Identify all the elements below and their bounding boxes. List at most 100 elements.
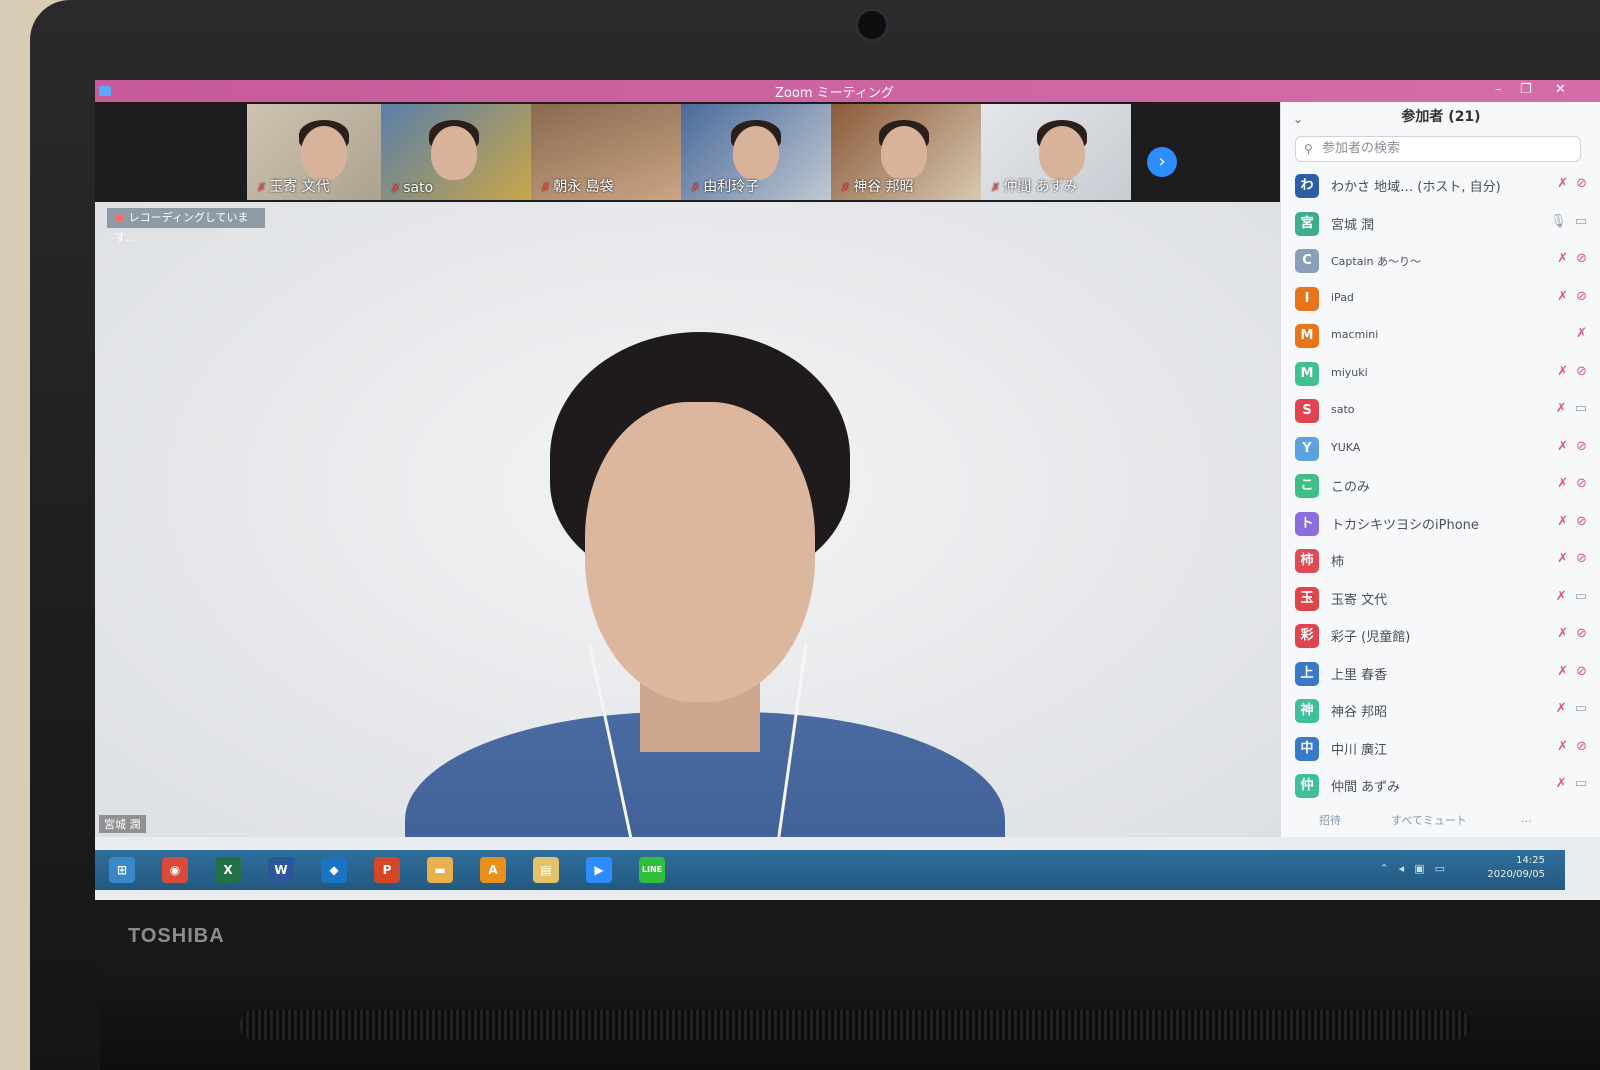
video-thumbnail[interactable]: ✗ sato — [381, 104, 531, 200]
participant-avatar: I — [1295, 286, 1319, 311]
participant-name: トカシキツヨシのiPhone — [1331, 517, 1479, 533]
search-icon: ⚲ — [1304, 142, 1313, 156]
participant-row[interactable]: C Captain あ〜り〜 ✗ ⊘ — [1281, 243, 1600, 281]
participant-status: ✗ ⊘ — [1557, 664, 1587, 679]
mic-muted-icon[interactable]: ✗ — [1557, 514, 1568, 529]
excel-icon[interactable]: X — [215, 857, 241, 883]
folder-icon[interactable]: ▬ — [427, 857, 453, 883]
participant-name: iPad — [1331, 290, 1354, 304]
participant-row[interactable]: IiPad ✗ ⊘ — [1281, 281, 1600, 319]
video-off-icon[interactable]: ⊘ — [1576, 664, 1587, 679]
participant-name: 中川 廣江 — [1331, 742, 1388, 758]
taskbar-clock[interactable]: 14:25 2020/09/05 — [1487, 854, 1545, 882]
access-icon[interactable]: A — [480, 857, 506, 883]
video-off-icon[interactable]: ⊘ — [1576, 551, 1587, 566]
word-icon[interactable]: W — [268, 857, 294, 883]
participant-row[interactable]: Mmacmini ✗ — [1281, 318, 1600, 356]
mic-muted-icon[interactable]: ✗ — [1556, 776, 1567, 791]
participant-row[interactable]: 柿柿 ✗ ⊘ — [1281, 543, 1600, 581]
active-speaker-video[interactable]: ● レコーディングしています... 宮城 潤 — [95, 202, 1280, 837]
system-tray[interactable]: ⌃◂▣▭ — [1379, 862, 1455, 875]
chevron-down-icon[interactable]: ⌄ — [1293, 104, 1303, 134]
mic-muted-icon[interactable]: ✗ — [1556, 401, 1567, 416]
mic-muted-icon[interactable]: ✗ — [1556, 701, 1567, 716]
participant-status: ✗ ⊘ — [1557, 364, 1587, 379]
participant-row[interactable]: トトカシキツヨシのiPhone ✗ ⊘ — [1281, 506, 1600, 544]
mic-muted-icon[interactable]: ✗ — [1557, 664, 1568, 679]
video-thumbnail[interactable]: ✗ 仲間 あずみ — [981, 104, 1131, 200]
participant-name: 上里 春香 — [1331, 667, 1388, 683]
participant-row[interactable]: 宮宮城 潤 🎙 ▭ — [1281, 206, 1600, 244]
participant-avatar: ト — [1295, 511, 1319, 536]
video-off-icon[interactable]: ⊘ — [1576, 439, 1587, 454]
participant-avatar: こ — [1295, 474, 1319, 498]
participant-row[interactable]: 神神谷 邦昭 ✗ ▭ — [1281, 693, 1600, 731]
thumbnail-name: 玉寄 文代 — [269, 179, 330, 195]
participants-title: 参加者 (21) — [1401, 109, 1481, 125]
video-camera-icon[interactable]: ▭ — [1575, 214, 1587, 229]
mic-muted-icon[interactable]: ✗ — [1557, 739, 1568, 754]
participant-name: このみ — [1331, 480, 1371, 495]
line-icon[interactable]: LINE — [639, 857, 665, 883]
outlook-icon[interactable]: ◆ — [321, 857, 347, 883]
mic-muted-icon[interactable]: ✗ — [1557, 251, 1568, 266]
video-off-icon[interactable]: ⊘ — [1576, 289, 1587, 304]
video-thumbnail[interactable]: ✗ 由利玲子 — [681, 104, 831, 200]
chevron-right-icon[interactable]: › — [1147, 147, 1177, 177]
close-button[interactable]: ✕ — [1555, 82, 1566, 97]
restore-button[interactable]: ❐ — [1520, 82, 1532, 97]
video-thumbnail[interactable]: ✗ 玉寄 文代 — [247, 104, 397, 200]
participant-row[interactable]: 玉玉寄 文代 ✗ ▭ — [1281, 581, 1600, 619]
mic-muted-icon: ✗ — [391, 182, 401, 195]
participant-row[interactable]: 中中川 廣江 ✗ ⊘ — [1281, 731, 1600, 769]
video-camera-icon[interactable]: ▭ — [1575, 701, 1587, 716]
mic-muted-icon[interactable]: ✗ — [1557, 289, 1568, 304]
participant-row[interactable]: Y YUKA ✗ ⊘ — [1281, 431, 1600, 469]
video-off-icon[interactable]: ⊘ — [1576, 176, 1587, 191]
mic-muted-icon[interactable]: ✗ — [1557, 439, 1568, 454]
mic-muted-icon[interactable]: ✗ — [1556, 589, 1567, 604]
mic-icon[interactable]: 🎙 — [1550, 214, 1567, 229]
participant-avatar: 中 — [1295, 736, 1319, 761]
video-thumbnail[interactable]: ✗ 朝永 島袋 — [531, 104, 681, 200]
mic-muted-icon[interactable]: ✗ — [1557, 176, 1568, 191]
mute-all-button[interactable]: すべてミュート — [1391, 812, 1467, 828]
file-explorer-icon[interactable]: ▤ — [533, 857, 559, 883]
video-off-icon[interactable]: ⊘ — [1576, 476, 1587, 491]
participant-row[interactable]: 上上里 春香 ✗ ⊘ — [1281, 656, 1600, 694]
video-camera-icon[interactable]: ▭ — [1575, 589, 1587, 604]
mic-muted-icon[interactable]: ✗ — [1557, 626, 1568, 641]
zoom-icon[interactable]: ▶ — [586, 857, 612, 883]
participant-row[interactable]: Mmiyuki ✗ ⊘ — [1281, 356, 1600, 394]
video-off-icon[interactable]: ⊘ — [1576, 739, 1587, 754]
chrome-icon[interactable]: ◉ — [162, 857, 188, 883]
video-off-icon[interactable]: ⊘ — [1576, 626, 1587, 641]
mic-muted-icon[interactable]: ✗ — [1557, 551, 1568, 566]
video-off-icon[interactable]: ⊘ — [1576, 514, 1587, 529]
participant-name: 玉寄 文代 — [1331, 592, 1388, 608]
window-titlebar: Zoom ミーティング – ❐ ✕ — [95, 80, 1600, 102]
mic-muted-icon[interactable]: ✗ — [1557, 476, 1568, 491]
mic-muted-icon[interactable]: ✗ — [1576, 326, 1587, 341]
participant-name: sato — [1331, 403, 1355, 416]
video-thumbnail[interactable]: ✗ 神谷 邦昭 — [831, 104, 981, 200]
video-off-icon[interactable]: ⊘ — [1576, 364, 1587, 379]
minimize-button[interactable]: – — [1495, 82, 1502, 97]
mic-muted-icon[interactable]: ✗ — [1557, 364, 1568, 379]
windows-start-icon[interactable]: ⊞ — [109, 857, 135, 883]
participant-row[interactable]: 彩彩子 (児童館) ✗ ⊘ — [1281, 618, 1600, 656]
panel-footer: 招待 すべてミュート ... — [1281, 802, 1600, 837]
participant-avatar: 仲 — [1295, 774, 1319, 798]
more-button[interactable]: ... — [1521, 812, 1532, 825]
video-off-icon[interactable]: ⊘ — [1576, 251, 1587, 266]
participant-row[interactable]: 仲仲間 あずみ ✗ ▭ — [1281, 768, 1600, 806]
video-camera-icon[interactable]: ▭ — [1575, 776, 1587, 791]
mic-muted-icon: ✗ — [257, 181, 267, 194]
powerpoint-icon[interactable]: P — [374, 857, 400, 883]
participant-row[interactable]: Ssato ✗ ▭ — [1281, 393, 1600, 431]
participant-search-input[interactable]: ⚲ 参加者の検索 — [1295, 136, 1581, 162]
invite-button[interactable]: 招待 — [1319, 812, 1341, 828]
video-camera-icon[interactable]: ▭ — [1575, 401, 1587, 416]
participant-row[interactable]: ここのみ ✗ ⊘ — [1281, 468, 1600, 506]
participant-row[interactable]: わわかさ 地域… (ホスト, 自分) ✗ ⊘ — [1281, 168, 1600, 206]
